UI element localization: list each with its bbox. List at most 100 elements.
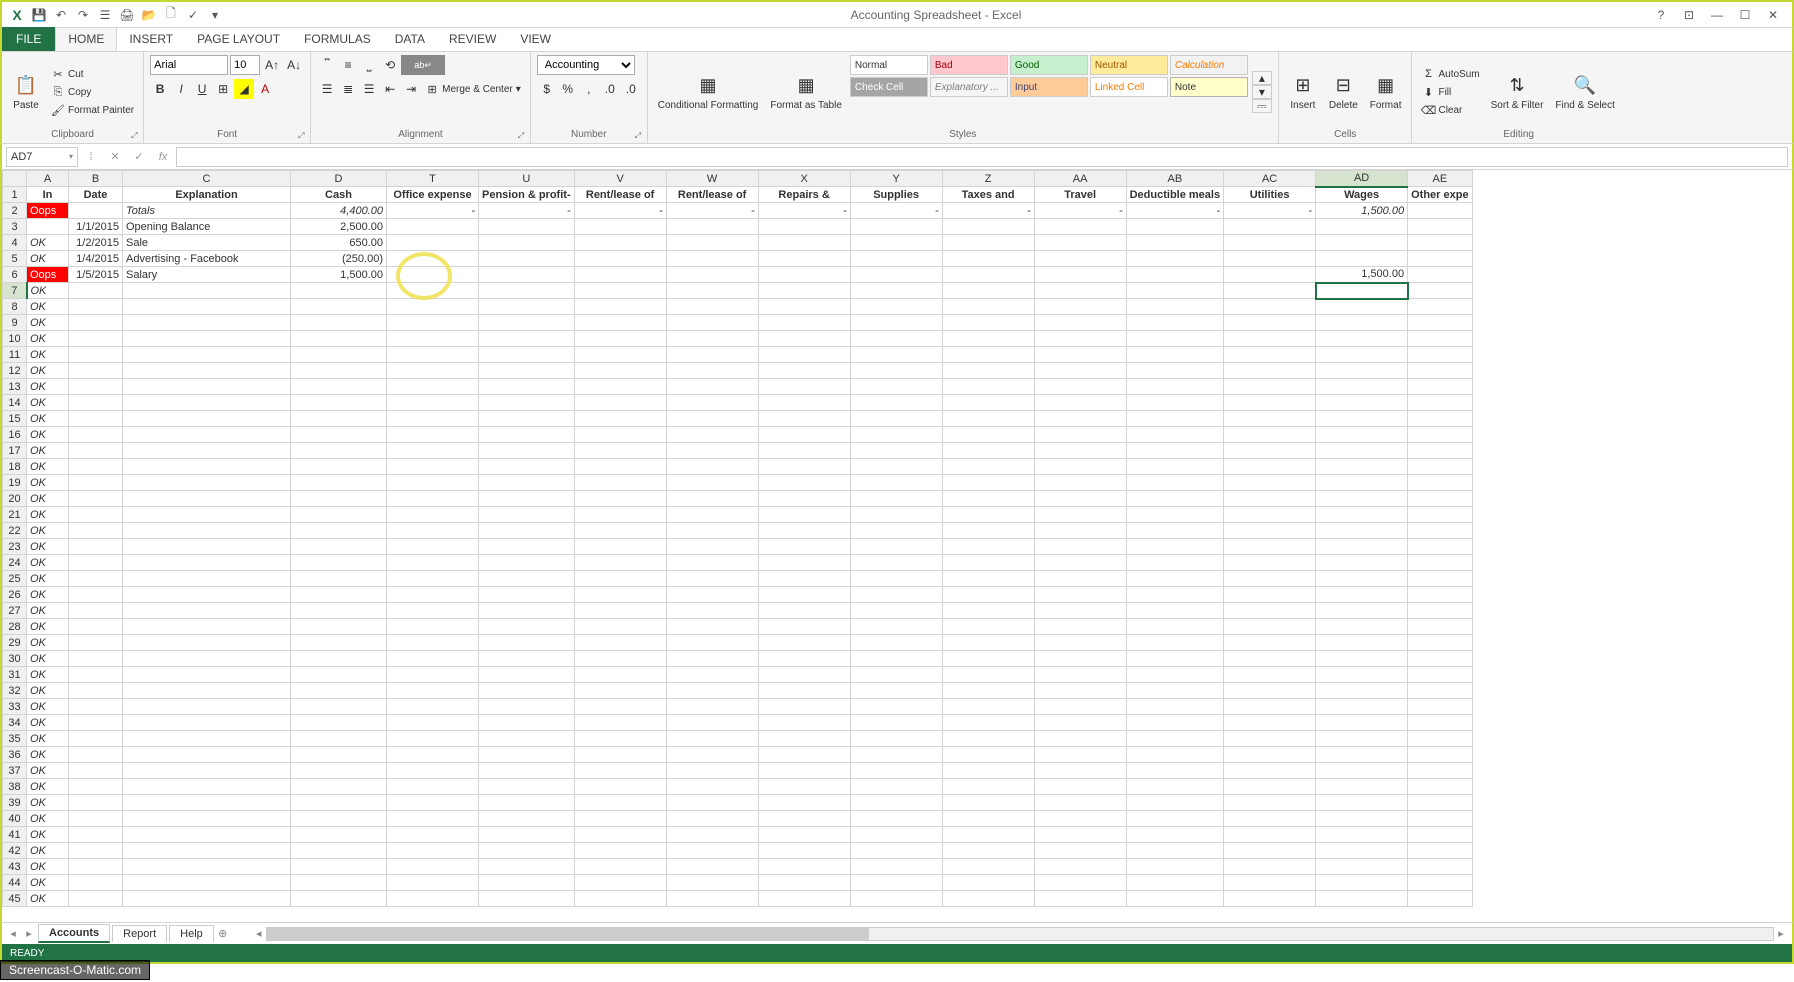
cell[interactable] [123,859,291,875]
cell[interactable] [1224,603,1316,619]
cell[interactable] [1408,651,1472,667]
cell[interactable]: OK [27,795,69,811]
cell[interactable] [850,523,942,539]
cell[interactable] [1316,491,1408,507]
cell[interactable] [69,667,123,683]
cell[interactable] [758,235,850,251]
cell[interactable] [291,619,387,635]
cell[interactable] [1408,395,1472,411]
row-header-29[interactable]: 29 [3,635,27,651]
cell[interactable] [1034,507,1126,523]
cell[interactable] [574,251,666,267]
row-header-25[interactable]: 25 [3,571,27,587]
cell[interactable] [69,603,123,619]
sort-filter-button[interactable]: ⇅Sort & Filter [1487,55,1548,129]
cell[interactable] [1316,427,1408,443]
font-launcher-icon[interactable]: ⤢ [298,131,308,141]
cell[interactable] [1126,283,1223,299]
cell[interactable] [479,651,575,667]
cell[interactable]: OK [27,555,69,571]
row-header-18[interactable]: 18 [3,459,27,475]
format-painter-button[interactable]: 🖌Format Painter [48,102,137,118]
cell[interactable] [291,443,387,459]
increase-indent-icon[interactable]: ⇥ [401,79,421,99]
cell[interactable] [123,475,291,491]
cell[interactable] [942,315,1034,331]
cell[interactable] [942,283,1034,299]
quick-print-icon[interactable]: ▾ [206,6,224,24]
cell[interactable] [758,299,850,315]
cell[interactable] [69,843,123,859]
cell[interactable] [758,763,850,779]
cell[interactable] [1126,827,1223,843]
cell[interactable]: OK [27,251,69,267]
cell[interactable] [942,699,1034,715]
cell[interactable] [387,411,479,427]
cell[interactable] [574,667,666,683]
cell[interactable] [1126,747,1223,763]
style-neutral[interactable]: Neutral [1090,55,1168,75]
cell[interactable] [1034,235,1126,251]
cell[interactable] [574,267,666,283]
cell[interactable] [942,507,1034,523]
row-header-26[interactable]: 26 [3,587,27,603]
cell[interactable] [479,859,575,875]
cell[interactable] [1034,779,1126,795]
cell[interactable] [1126,219,1223,235]
cell[interactable] [291,811,387,827]
cell[interactable] [1126,411,1223,427]
cell[interactable] [1316,347,1408,363]
spell-icon[interactable]: ✓ [184,6,202,24]
cell[interactable] [291,651,387,667]
cell[interactable] [1034,603,1126,619]
row-header-14[interactable]: 14 [3,395,27,411]
cell[interactable]: 1/4/2015 [69,251,123,267]
cell[interactable] [758,747,850,763]
cell[interactable] [69,539,123,555]
cell[interactable] [479,587,575,603]
close-icon[interactable]: ✕ [1764,6,1782,24]
cell[interactable] [850,283,942,299]
cell[interactable] [666,699,758,715]
cell[interactable] [291,363,387,379]
cell[interactable] [479,411,575,427]
cell[interactable] [291,539,387,555]
cell[interactable]: Office expense [387,187,479,203]
format-button[interactable]: ▦Format [1366,55,1406,129]
number-format-select[interactable]: Accounting [537,55,635,75]
col-header-Z[interactable]: Z [942,171,1034,187]
cell[interactable] [1126,507,1223,523]
cell[interactable] [1224,795,1316,811]
cell[interactable] [850,475,942,491]
row-header-3[interactable]: 3 [3,219,27,235]
cell[interactable] [291,795,387,811]
cell[interactable] [69,811,123,827]
cell[interactable] [1126,843,1223,859]
cell[interactable] [574,491,666,507]
cell[interactable] [479,683,575,699]
styles-down-icon[interactable]: ▾ [1252,85,1272,99]
cell[interactable] [1034,219,1126,235]
cell[interactable] [758,811,850,827]
cell[interactable] [850,379,942,395]
row-header-30[interactable]: 30 [3,651,27,667]
cell[interactable] [850,587,942,603]
cell[interactable] [850,763,942,779]
cell[interactable] [850,235,942,251]
cell[interactable] [850,267,942,283]
cell[interactable]: OK [27,827,69,843]
row-header-9[interactable]: 9 [3,315,27,331]
cell[interactable] [850,411,942,427]
cell[interactable] [1408,331,1472,347]
cell[interactable]: OK [27,811,69,827]
cell[interactable]: Wages [1316,187,1408,203]
styles-more-icon[interactable]: ⎓ [1252,99,1272,113]
cell[interactable] [69,411,123,427]
cell[interactable] [850,875,942,891]
cell[interactable]: Totals [123,203,291,219]
cell[interactable] [1126,235,1223,251]
cell[interactable]: OK [27,315,69,331]
cell[interactable] [1126,635,1223,651]
style-note[interactable]: Note [1170,77,1248,97]
cell[interactable] [942,251,1034,267]
